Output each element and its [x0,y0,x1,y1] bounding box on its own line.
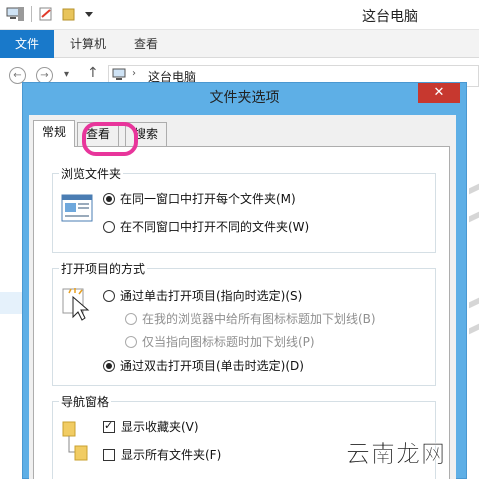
option-label: 仅当指向图标标题时加下划线(P) [142,335,315,349]
click-items-group: 打开项目的方式 通过单击打开项目(指向时选定)(S) 在我的浏览器中给所有图标标… [52,260,436,386]
sidebar-selection [0,292,22,314]
title-bar: 这台电脑 [0,0,479,30]
checkbox[interactable] [103,448,115,461]
option-label: 在同一窗口中打开每个文件夹(M) [120,192,296,206]
group-title: 浏览文件夹 [59,165,124,182]
tab-view[interactable]: 查看 [126,30,166,58]
radio-disabled[interactable] [125,312,137,325]
checkbox-checked[interactable] [103,419,115,433]
option-show-all-folders[interactable]: 显示所有文件夹(F) [103,446,221,463]
drive-icon [469,183,479,195]
option-same-window[interactable]: 在同一窗口中打开每个文件夹(M) [103,190,296,207]
radio-checked[interactable] [103,359,115,372]
group-title: 打开项目的方式 [59,260,148,277]
dialog-title: 文件夹选项 [209,90,280,106]
drive-icon [469,297,479,309]
browse-folders-group: 浏览文件夹 在同一窗口中打开每个文件夹(M) 在不同窗口中打开不同的文件夹(W) [52,165,436,253]
cursor-icon [61,287,93,326]
chevron-down-icon[interactable]: ▾ [64,69,69,80]
option-label: 显示收藏夹(V) [121,420,199,434]
navigation-pane [0,92,22,479]
tab-general[interactable]: 常规 [33,120,76,147]
window-icon [61,194,93,225]
window-title: 这台电脑 [362,9,418,25]
dialog-body: 常规 查看 搜索 浏览文件夹 在同一窗口中打开每个文件夹(M) 在不同窗口中打开… [29,115,456,479]
radio[interactable] [103,220,115,233]
tab-file[interactable]: 文件 [0,30,54,58]
watermark: 云南龙网 [346,440,446,469]
option-label: 通过单击打开项目(指向时选定)(S) [120,289,303,303]
option-new-window[interactable]: 在不同窗口中打开不同的文件夹(W) [103,218,309,235]
undo-icon[interactable] [39,7,53,21]
option-underline-all[interactable]: 在我的浏览器中给所有图标标题加下划线(B) [125,310,376,327]
option-label: 在我的浏览器中给所有图标标题加下划线(B) [142,312,376,326]
separator [31,6,32,22]
option-label: 显示所有文件夹(F) [121,448,222,462]
option-label: 在不同窗口中打开不同的文件夹(W) [120,220,310,234]
up-arrow-icon[interactable]: ↑ [87,65,99,81]
new-folder-icon[interactable] [62,7,76,21]
radio-checked[interactable] [103,192,115,205]
tab-computer[interactable]: 计算机 [62,30,114,58]
properties-icon[interactable] [18,7,32,21]
option-label: 通过双击打开项目(单击时选定)(D) [120,359,304,373]
option-show-favorites[interactable]: 显示收藏夹(V) [103,418,199,435]
chevron-down-icon[interactable] [82,7,96,21]
group-title: 导航窗格 [59,393,112,410]
highlight-circle [82,122,138,156]
drive-icon [469,323,479,335]
radio[interactable] [103,289,115,302]
close-icon[interactable]: ✕ [418,83,460,103]
ribbon-tabs: 文件 计算机 查看 [0,30,479,58]
general-tab-panel: 浏览文件夹 在同一窗口中打开每个文件夹(M) 在不同窗口中打开不同的文件夹(W)… [33,146,450,479]
folder-tree-icon [61,420,91,469]
option-underline-point[interactable]: 仅当指向图标标题时加下划线(P) [125,333,315,350]
option-single-click[interactable]: 通过单击打开项目(指向时选定)(S) [103,287,302,304]
option-double-click[interactable]: 通过双击打开项目(单击时选定)(D) [103,357,304,374]
radio-disabled[interactable] [125,335,137,348]
drive-icon [469,211,479,223]
chevron-right-icon[interactable]: › [132,68,136,79]
